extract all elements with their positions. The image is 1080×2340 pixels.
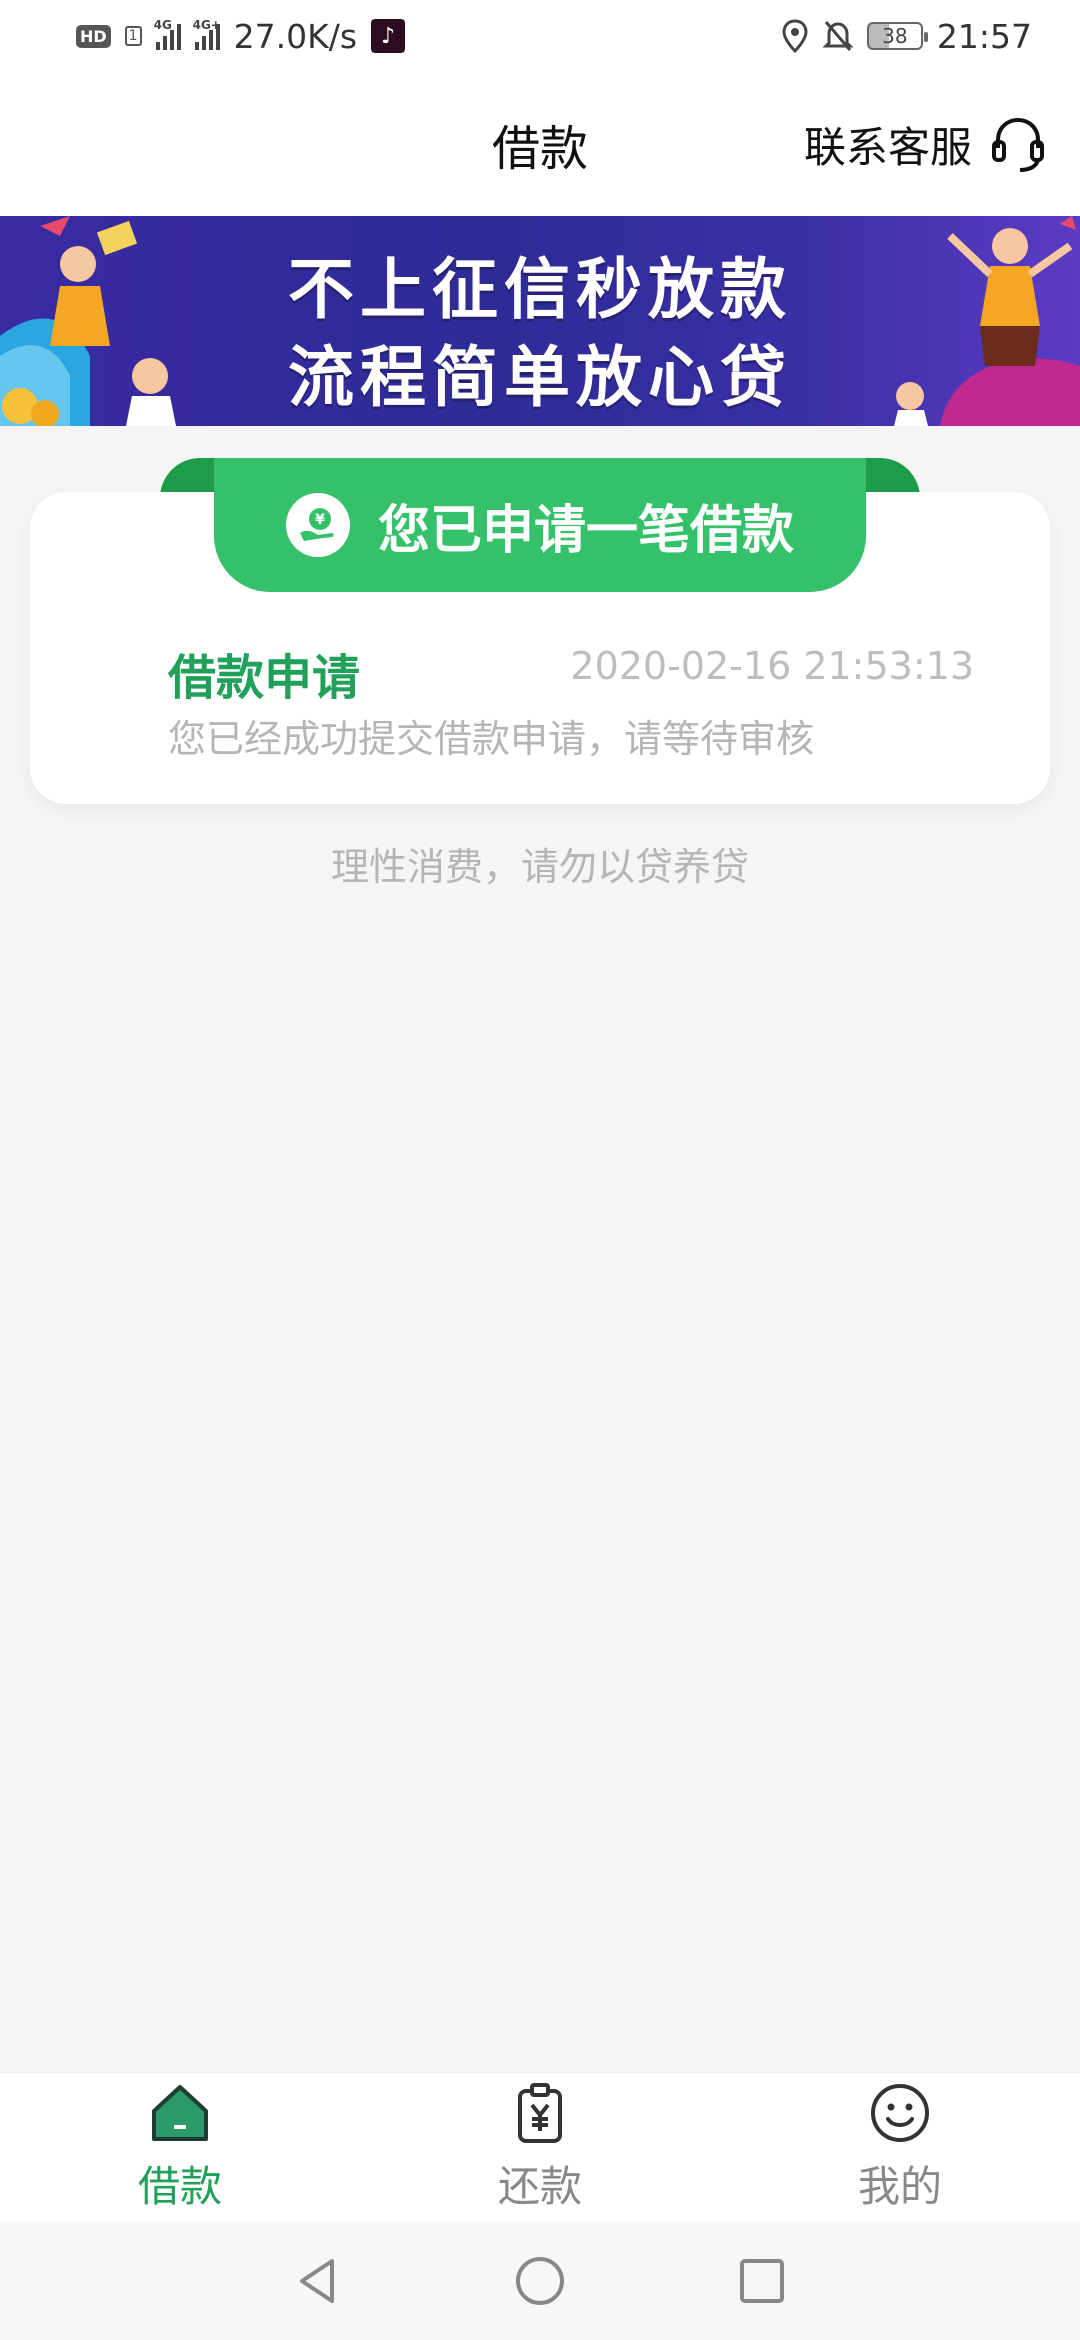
record-description: 您已经成功提交借款申请，请等待审核 xyxy=(168,717,815,761)
status-bar: HD 1 4G 4G+ 27.0K/s ♪ 38 21:57 xyxy=(0,0,1080,72)
network-type: 4G+ xyxy=(192,18,221,32)
record-title: 借款申请 xyxy=(168,650,361,706)
support-label: 联系客服 xyxy=(803,122,972,172)
tab-borrow[interactable]: 借款 xyxy=(0,2073,360,2222)
money-hand-icon: ¥ xyxy=(285,493,350,557)
clock: 21:57 xyxy=(936,16,1032,56)
sim-slot: 1 xyxy=(124,26,142,46)
contact-support-button[interactable]: 联系客服 xyxy=(804,72,1050,216)
bell-off-icon xyxy=(822,21,853,51)
application-status-banner: ¥ 您已申请一笔借款 xyxy=(214,458,866,592)
home-circle-icon[interactable] xyxy=(514,2255,566,2307)
repay-clipboard-icon xyxy=(518,2083,562,2143)
smiley-icon xyxy=(871,2084,929,2142)
back-icon[interactable] xyxy=(292,2255,344,2307)
headset-icon xyxy=(992,117,1044,172)
promo-banner[interactable]: 不上征信秒放款 流程简单放心贷 xyxy=(0,216,1080,426)
system-nav-bar xyxy=(0,2222,1080,2340)
tab-repay-label: 还款 xyxy=(497,2162,582,2211)
signal-icon: 4G+ xyxy=(193,18,221,50)
location-icon xyxy=(782,19,808,53)
network-speed: 27.0K/s xyxy=(233,16,358,56)
bottom-tab-bar: 借款 还款 我的 xyxy=(0,2072,1080,2222)
tab-mine[interactable]: 我的 xyxy=(720,2073,1080,2222)
banner-subheadline: 流程简单放心贷 xyxy=(288,339,792,416)
app-header: 借款 联系客服 xyxy=(0,72,1080,216)
banner-headline: 不上征信秒放款 xyxy=(288,251,792,328)
tab-mine-label: 我的 xyxy=(857,2162,942,2211)
tab-repay[interactable]: 还款 xyxy=(360,2073,720,2222)
status-right: 38 21:57 xyxy=(781,17,1032,56)
hd-badge: HD xyxy=(76,24,111,48)
application-status-text: 您已申请一笔借款 xyxy=(377,500,794,561)
battery-icon: 38 xyxy=(866,22,928,50)
recents-icon[interactable] xyxy=(736,2255,788,2307)
network-type: 4G xyxy=(153,18,172,32)
tiktok-icon: ♪ xyxy=(371,19,406,53)
signal-icon: 4G xyxy=(154,18,181,50)
svg-text:¥: ¥ xyxy=(315,512,325,528)
responsible-borrowing-notice: 理性消费，请勿以贷养贷 xyxy=(330,845,749,889)
tab-borrow-label: 借款 xyxy=(137,2162,222,2211)
record-timestamp: 2020-02-16 21:53:13 xyxy=(570,644,974,688)
status-left: HD 1 4G 4G+ 27.0K/s ♪ xyxy=(76,16,406,56)
home-icon xyxy=(152,2085,208,2141)
